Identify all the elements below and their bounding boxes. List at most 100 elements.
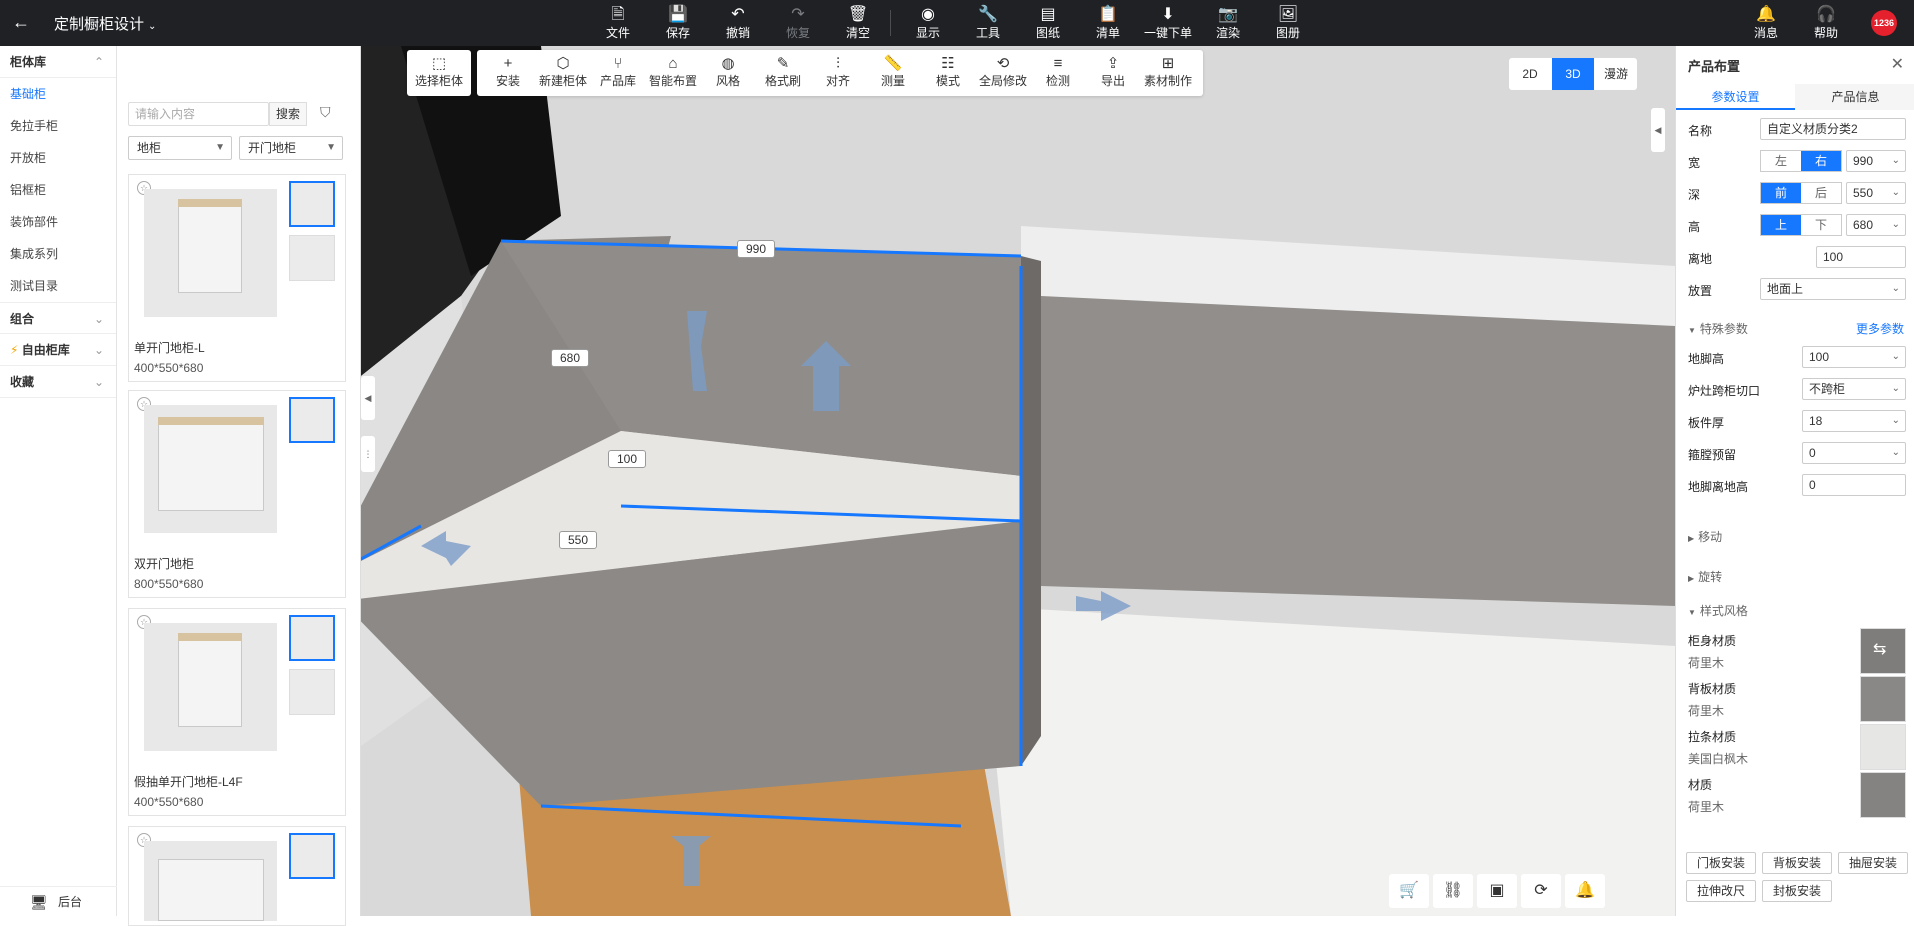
view-2d-button[interactable]: 2D — [1509, 58, 1551, 90]
filter-select-type[interactable]: 地柜 ▼ — [128, 136, 232, 160]
special-section-header[interactable]: ▼ 特殊参数 — [1688, 320, 1748, 337]
category-item[interactable]: 开放柜 — [0, 142, 116, 174]
material-swatch[interactable]: ⇆ — [1860, 628, 1906, 674]
material-swatch[interactable] — [1860, 724, 1906, 770]
depth-back-option[interactable]: 后 — [1801, 183, 1841, 203]
tool-save-button[interactable]: 💾 保存 — [648, 4, 708, 40]
variant-thumb[interactable] — [289, 833, 335, 879]
view-3d-button[interactable]: 3D — [1552, 58, 1594, 90]
tool3d-button[interactable]: 📏 测量 — [866, 55, 920, 89]
width-right-option[interactable]: 右 — [1801, 151, 1841, 171]
category-item[interactable]: 铝框柜 — [0, 174, 116, 206]
install-action-button[interactable]: 背板安装 — [1762, 852, 1832, 874]
tool3d-button[interactable]: ⬡ 新建柜体 — [536, 55, 590, 89]
special-param-input[interactable]: 0 ⌄ — [1802, 442, 1906, 464]
product-card[interactable]: ☆ 单开门地柜-L 400*550*680 — [128, 174, 346, 382]
tool-camera-button[interactable]: 📷 渲染 — [1198, 4, 1258, 40]
view-walk-button[interactable]: 漫游 — [1595, 58, 1637, 90]
install-action-button[interactable]: 拉伸改尺 — [1686, 880, 1756, 902]
scene-canvas[interactable] — [361, 46, 1675, 916]
category-item[interactable]: 装饰部件 — [0, 206, 116, 238]
variant-thumb[interactable] — [289, 397, 335, 443]
tool3d-button[interactable]: ⟲ 全局修改 — [976, 55, 1030, 89]
special-param-input[interactable]: 18 ⌄ — [1802, 410, 1906, 432]
category-item[interactable]: 测试目录 — [0, 270, 116, 302]
tool-wrench-button[interactable]: 🔧 工具 — [958, 4, 1018, 40]
favorites-header[interactable]: 收藏 ⌄ — [0, 366, 116, 398]
product-card[interactable]: ☆ — [128, 826, 346, 926]
width-select[interactable]: 990 ⌄ — [1846, 150, 1906, 172]
height-down-option[interactable]: 下 — [1801, 215, 1841, 235]
variant-thumb[interactable] — [289, 181, 335, 227]
dimension-label-height[interactable]: 680 — [551, 349, 590, 367]
tool-redo-button[interactable]: ↷ 恢复 — [768, 4, 828, 40]
tool-eye-button[interactable]: ◉ 显示 — [898, 4, 958, 40]
tool3d-button[interactable]: ⊞ 素材制作 — [1141, 55, 1195, 89]
category-item[interactable]: 基础柜 — [0, 78, 116, 110]
place-select[interactable]: 地面上 ⌄ — [1760, 278, 1906, 300]
help-button[interactable]: 🎧 帮助 — [1796, 4, 1856, 40]
variant-thumb[interactable] — [289, 669, 335, 715]
collapse-right-icon[interactable]: ◀ — [1651, 108, 1665, 152]
move-section-header[interactable]: ▶ 移动 — [1688, 528, 1722, 545]
install-action-button[interactable]: 门板安装 — [1686, 852, 1756, 874]
variant-thumb[interactable] — [289, 615, 335, 661]
3d-viewport[interactable]: ⬚ 选择柜体 + 安装 ⬡ 新建柜体 ⑂ 产品库 ⌂ 智能布置 ◍ 风格 ✎ 格式刷 ⫶ 对齐 📏 测量 ☷ 模式 ⟲… — [361, 46, 1675, 916]
library-header[interactable]: 柜体库 ⌃ — [0, 46, 116, 78]
rotate-section-header[interactable]: ▶ 旋转 — [1688, 568, 1722, 585]
height-select[interactable]: 680 ⌄ — [1846, 214, 1906, 236]
style-section-header[interactable]: ▼ 样式风格 — [1688, 602, 1748, 619]
height-up-option[interactable]: 上 — [1761, 215, 1801, 235]
avatar[interactable]: 1236 — [1871, 10, 1897, 36]
special-param-input[interactable]: 100 ⌄ — [1802, 346, 1906, 368]
back-arrow-icon[interactable]: ← — [12, 12, 30, 33]
messages-button[interactable]: 🔔 消息 — [1736, 4, 1796, 40]
tool-order-button[interactable]: ⬇ 一键下单 — [1138, 4, 1198, 40]
tool-clipboard-button[interactable]: 📋 清单 — [1078, 4, 1138, 40]
ground-field[interactable]: 100 — [1816, 246, 1906, 268]
tab-params[interactable]: 参数设置 — [1676, 84, 1795, 110]
name-field[interactable]: 自定义材质分类2 — [1760, 118, 1906, 140]
tool3d-button[interactable]: ◍ 风格 — [701, 55, 755, 89]
product-card[interactable]: ☆ 假抽单开门地柜-L4F 400*550*680 — [128, 608, 346, 816]
dimension-label-depth[interactable]: 550 — [559, 531, 598, 549]
tool3d-button[interactable]: ⫶ 对齐 — [811, 55, 865, 89]
box-icon[interactable]: ▣ — [1477, 874, 1517, 908]
category-item[interactable]: 免拉手柜 — [0, 110, 116, 142]
group-header[interactable]: 组合 ⌄ — [0, 302, 116, 334]
depth-select[interactable]: 550 ⌄ — [1846, 182, 1906, 204]
install-action-button[interactable]: 封板安装 — [1762, 880, 1832, 902]
variant-thumb[interactable] — [289, 235, 335, 281]
dimension-label-width[interactable]: 990 — [737, 240, 776, 258]
tool3d-button[interactable]: + 安装 — [481, 55, 535, 89]
drag-handle-icon[interactable]: ⋮ — [361, 436, 375, 472]
link-icon[interactable]: ⛓ — [1433, 874, 1473, 908]
search-input[interactable]: 请输入内容 — [128, 102, 269, 126]
more-params-link[interactable]: 更多参数 — [1856, 320, 1904, 337]
tool-undo-button[interactable]: ↶ 撤销 — [708, 4, 768, 40]
app-title[interactable]: 定制橱柜设计 ⌄ — [54, 13, 156, 34]
tab-product-info[interactable]: 产品信息 — [1796, 84, 1914, 110]
filter-select-subtype[interactable]: 开门地柜 ▼ — [239, 136, 343, 160]
depth-front-option[interactable]: 前 — [1761, 183, 1801, 203]
tool3d-button[interactable]: ☷ 模式 — [921, 55, 975, 89]
tool3d-button[interactable]: ⌂ 智能布置 — [646, 55, 700, 89]
tool-map-button[interactable]: ▤ 图纸 — [1018, 4, 1078, 40]
tool-clear-button[interactable]: 🗑 清空 — [828, 4, 888, 40]
free-library-header[interactable]: ⚡ 自由柜库 ⌄ — [0, 334, 116, 366]
material-swatch[interactable] — [1860, 772, 1906, 818]
bell-status-icon[interactable]: 🔔 — [1565, 874, 1605, 908]
select-cabinet-button[interactable]: ⬚ 选择柜体 — [407, 55, 471, 89]
search-button[interactable]: 搜索 — [269, 102, 307, 126]
filter-icon[interactable]: ⛉ — [320, 104, 331, 121]
tool-file-button[interactable]: 🗎 文件 — [588, 4, 648, 40]
close-icon[interactable]: ✕ — [1891, 54, 1904, 74]
category-item[interactable]: 集成系列 — [0, 238, 116, 270]
product-card[interactable]: ☆ 双开门地柜 800*550*680 — [128, 390, 346, 598]
special-param-input[interactable]: 不跨柜 ⌄ — [1802, 378, 1906, 400]
cart-icon[interactable]: 🛒 — [1389, 874, 1429, 908]
special-param-input[interactable]: 0 — [1802, 474, 1906, 496]
collapse-left-icon[interactable]: ◀ — [361, 376, 375, 420]
tool3d-button[interactable]: ✎ 格式刷 — [756, 55, 810, 89]
backend-link[interactable]: 🖥 后台 — [0, 886, 117, 916]
